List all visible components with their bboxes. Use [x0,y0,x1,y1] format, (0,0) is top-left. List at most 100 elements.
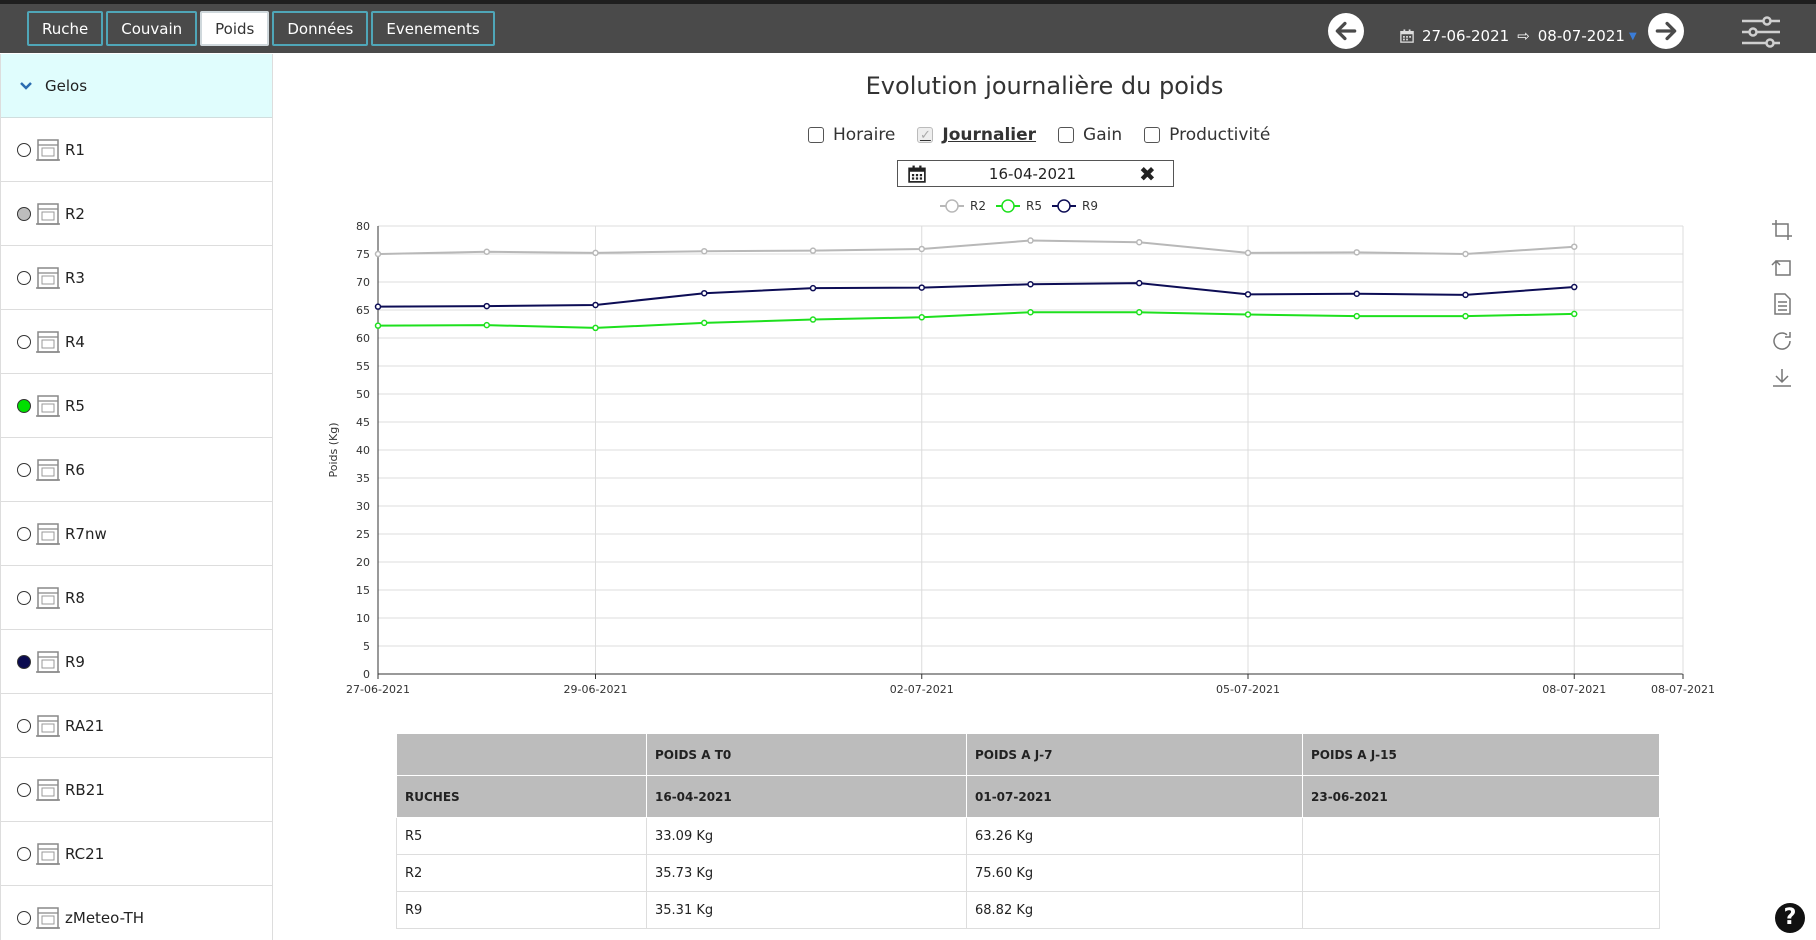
data-point-r9 [1462,291,1469,299]
hive-color-radio[interactable] [17,846,31,861]
hive-color-radio[interactable] [17,910,31,925]
sidebar-item-r1[interactable]: R1 [1,118,272,182]
data-point-r5 [1136,308,1143,316]
table-cell: R2 [396,854,647,892]
data-point-r2 [1136,238,1143,246]
y-tick-label: 30 [356,500,370,513]
sidebar-item-label: R3 [65,268,85,287]
beehive-icon [36,586,60,609]
data-point-r9 [701,289,708,297]
date-range-selector[interactable]: 27-06-2021 ⇨ 08-07-2021 ▼ [1400,24,1637,48]
tab-couvain[interactable]: Couvain [106,11,198,46]
chart-toolbox [1770,218,1794,403]
clear-date-icon[interactable]: ✖ [1139,162,1161,186]
zoom-reset-icon[interactable] [1770,255,1794,279]
sidebar-item-r5[interactable]: R5 [1,374,272,438]
data-point-r2 [374,250,382,258]
hive-color-radio[interactable] [17,142,31,157]
data-point-r5 [592,324,599,332]
data-point-r2 [701,247,708,255]
hive-color-radio[interactable] [17,590,31,605]
option-journalier[interactable]: Journalier [917,125,1036,145]
calendar-icon[interactable] [908,165,926,183]
hive-color-radio[interactable] [17,654,31,669]
weight-line-chart: 0 5 10 15 20 25 30 35 40 45 50 55 60 65 70 75 80 27-06-20… [327,199,1715,696]
arrow-left-icon[interactable] [1328,13,1364,49]
y-tick-label: 80 [356,220,370,233]
hive-color-radio[interactable] [17,526,31,541]
x-tick-label: 08-07-2021 [1542,683,1606,696]
option-gain[interactable]: Gain [1058,125,1122,145]
download-icon[interactable] [1770,366,1794,390]
y-tick-label: 25 [356,528,370,541]
hive-color-radio[interactable] [17,782,31,797]
caret-down-icon: ▼ [1628,30,1637,42]
zoom-icon[interactable] [1770,218,1794,242]
sidebar-item-zmeteo-th[interactable]: zMeteo-TH [1,886,272,940]
reference-date-picker[interactable]: 16-04-2021 ✖ [897,160,1174,187]
tab-evenements[interactable]: Evenements [371,11,495,46]
data-point-r9 [1244,291,1252,298]
sliders-icon[interactable] [1740,16,1782,48]
data-point-r2 [1353,249,1360,256]
data-point-r9 [592,301,599,309]
data-point-r9 [374,303,382,310]
sidebar-item-label: R7nw [65,524,107,543]
data-point-r5 [1462,312,1469,320]
y-tick-label: 35 [356,472,370,485]
option-label: Horaire [833,125,896,145]
table-header-top [396,733,647,776]
sidebar-item-r3[interactable]: R3 [1,246,272,310]
arrow-right-icon[interactable] [1648,13,1684,49]
hive-color-radio[interactable] [17,398,31,413]
y-tick-label: 60 [356,332,370,345]
sidebar-item-r4[interactable]: R4 [1,310,272,374]
table-header-bottom: 01-07-2021 [966,775,1303,818]
hive-color-radio[interactable] [17,206,31,221]
x-tick-label: 29-06-2021 [564,683,628,696]
y-tick-label: 5 [363,640,370,653]
data-point-r9 [918,284,925,291]
tab-poids[interactable]: Poids [200,11,270,46]
hive-color-radio[interactable] [17,270,31,285]
beehive-icon [36,266,60,289]
tab-bar: Ruche Couvain Poids Données Evenements [27,11,495,46]
table-cell: 35.73 Kg [646,854,967,892]
reference-date-value: 16-04-2021 [988,164,1077,183]
tab-ruche[interactable]: Ruche [27,11,104,46]
sidebar-item-r7nw[interactable]: R7nw [1,502,272,566]
option-checkbox[interactable] [1144,127,1161,143]
beehive-icon [36,202,60,225]
restore-icon[interactable] [1770,329,1794,353]
data-point-r2 [483,248,490,256]
sidebar-item-r8[interactable]: R8 [1,566,272,630]
sidebar-item-rb21[interactable]: RB21 [1,758,272,822]
sidebar-item-rc21[interactable]: RC21 [1,822,272,886]
sidebar-item-r6[interactable]: R6 [1,438,272,502]
option-checkbox[interactable] [917,127,934,143]
option-horaire[interactable]: Horaire [808,125,895,145]
weight-summary-table: POIDS A T0 POIDS A J-7 POIDS A J-15 RUCHES 1… [396,733,1660,929]
help-icon[interactable]: ? [1775,903,1805,933]
group-header-gelos[interactable]: Gelos [1,54,272,118]
granularity-options: Horaire Journalier Gain Productivité [808,125,1292,145]
option-productivite[interactable]: Productivité [1144,125,1270,145]
option-checkbox[interactable] [808,127,824,143]
sidebar-item-ra21[interactable]: RA21 [1,694,272,758]
data-view-icon[interactable] [1770,292,1794,316]
table-header-bottom: RUCHES [396,775,647,818]
hive-color-radio[interactable] [17,718,31,733]
table-header-top: POIDS A T0 [646,733,967,776]
y-tick-label: 40 [356,444,370,457]
sidebar-item-r9[interactable]: R9 [1,630,272,694]
y-tick-label: 0 [363,668,370,681]
sidebar-item-label: R1 [65,140,85,159]
table-cell [1302,891,1660,929]
hive-color-radio[interactable] [17,334,31,349]
data-point-r2 [1027,237,1034,244]
option-checkbox[interactable] [1058,127,1075,143]
legend-marker [1057,199,1071,213]
hive-color-radio[interactable] [17,462,31,477]
sidebar-item-r2[interactable]: R2 [1,182,272,246]
tab-donnees[interactable]: Données [272,11,369,46]
